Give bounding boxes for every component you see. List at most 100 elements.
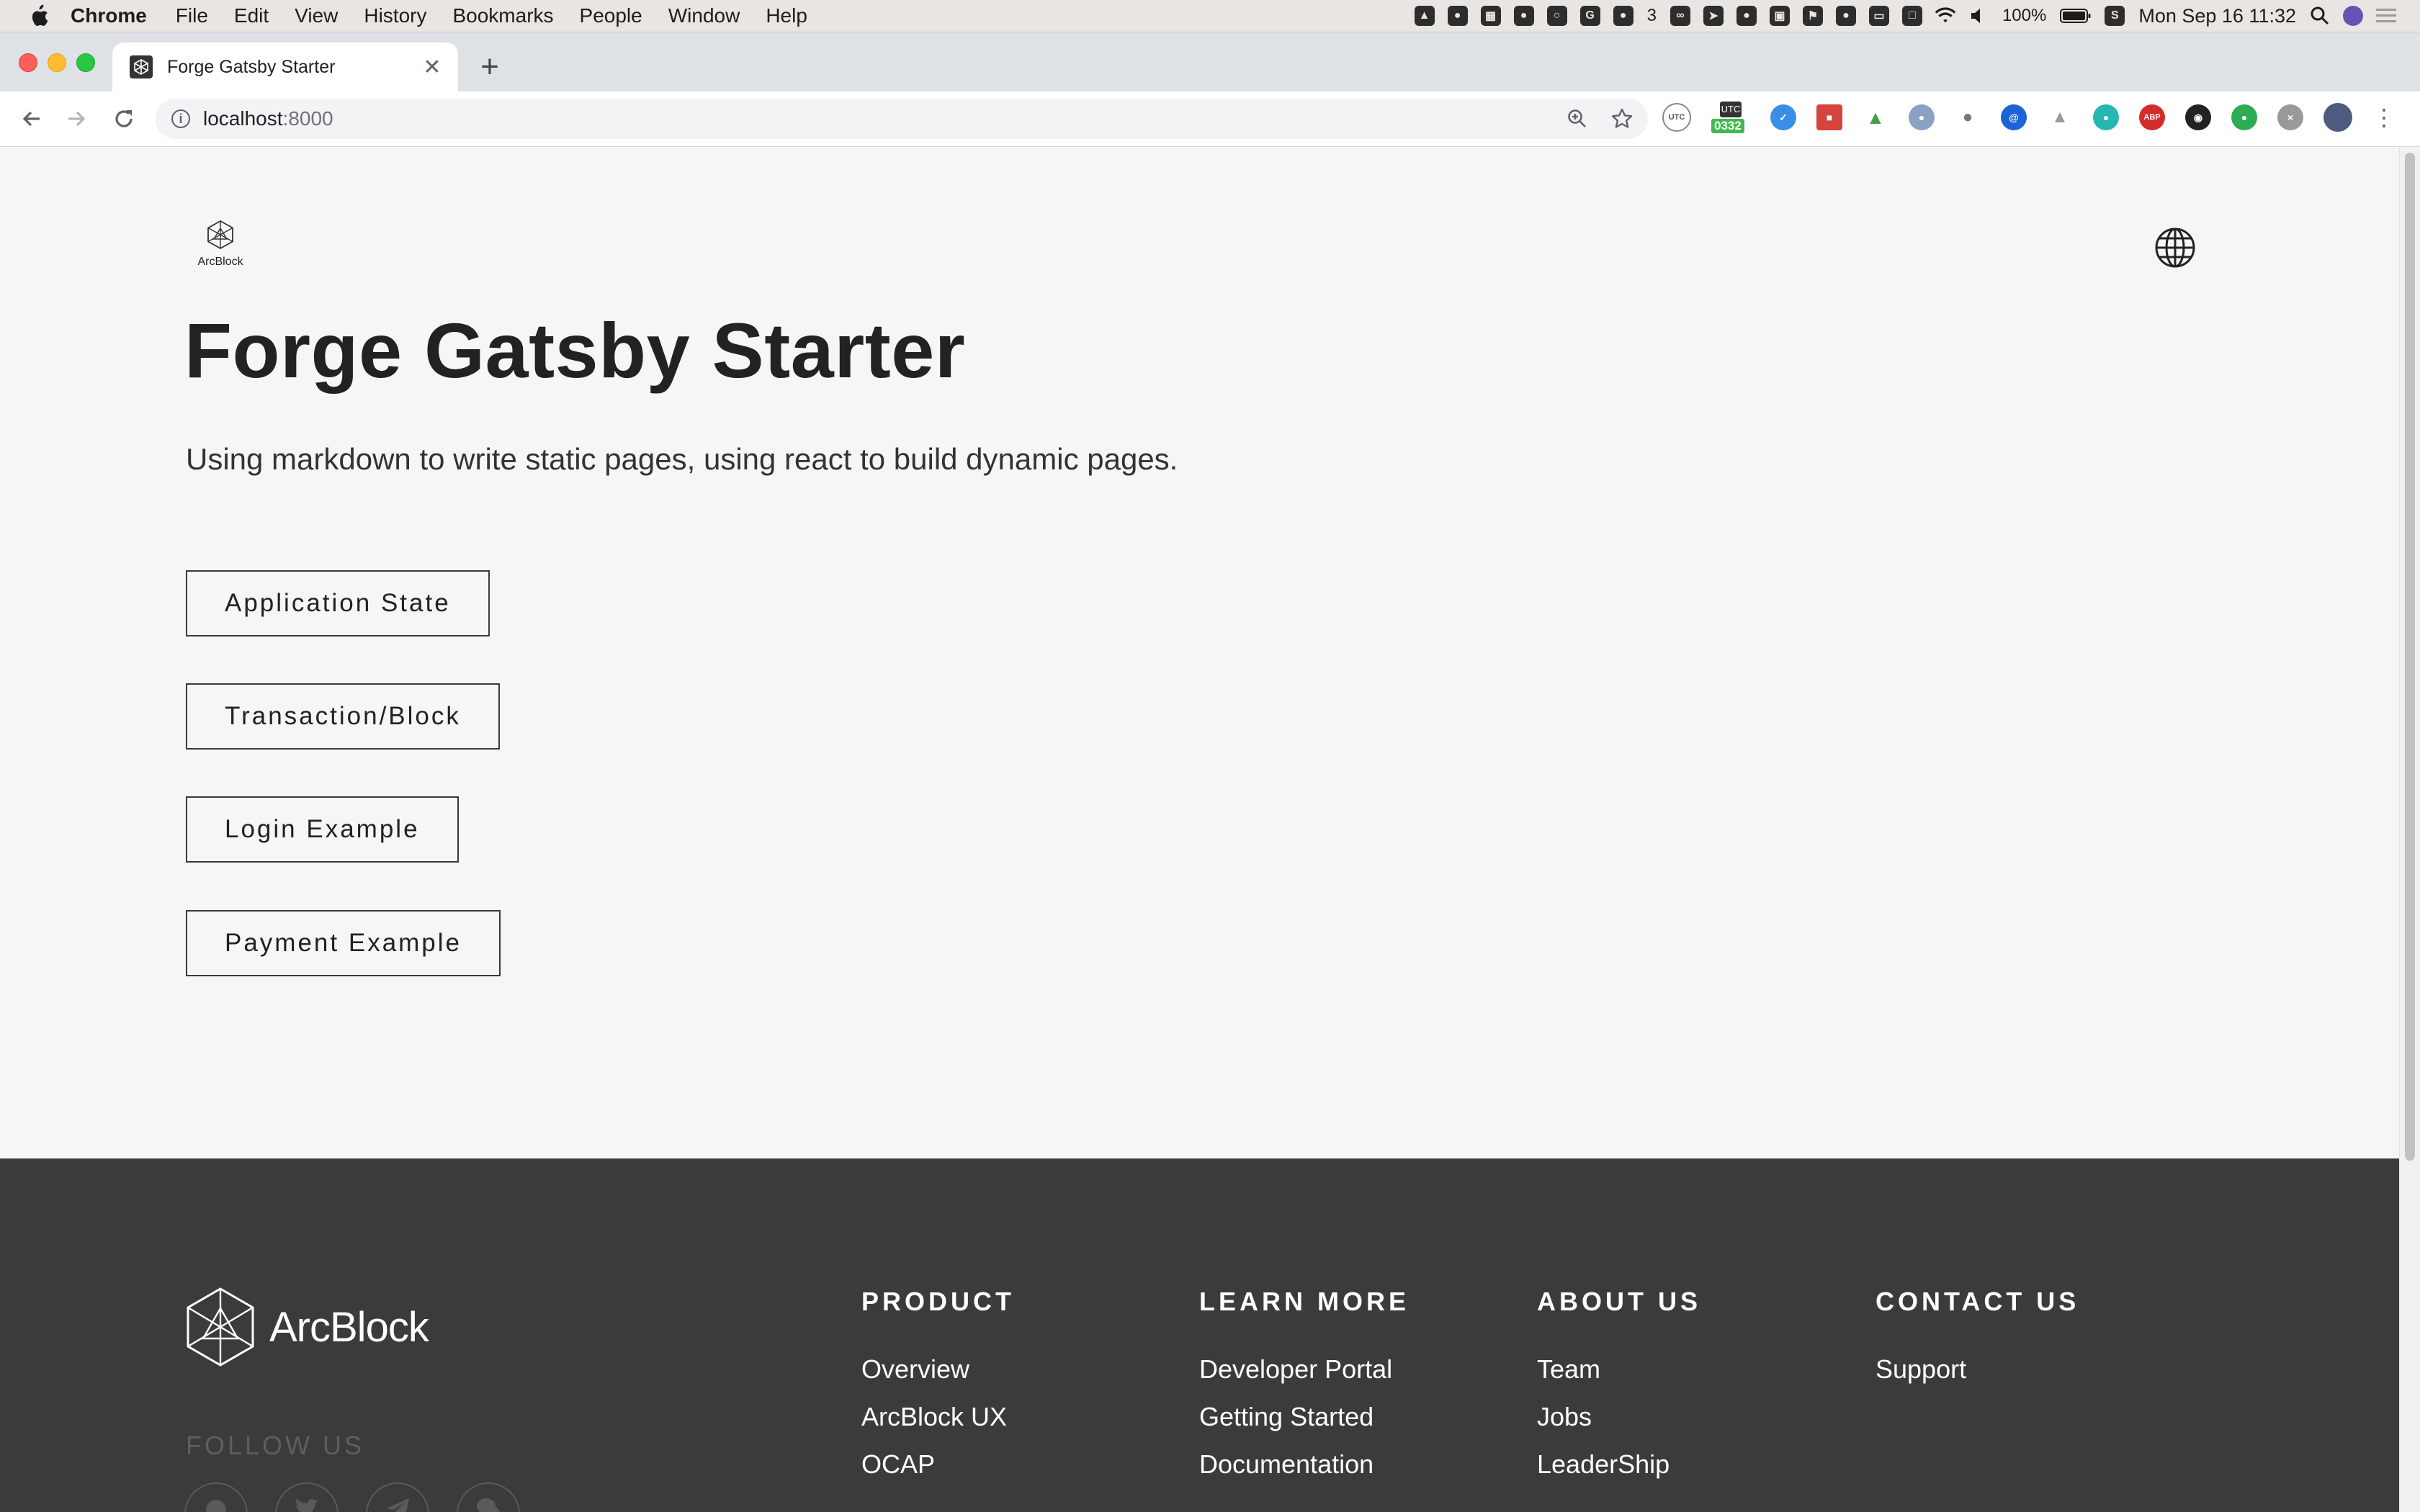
profile-avatar[interactable]: [2323, 103, 2352, 132]
menu-kebab-icon[interactable]: ⋮: [2372, 104, 2396, 131]
window-zoom-button[interactable]: [76, 53, 95, 72]
menu-bookmarks[interactable]: Bookmarks: [452, 4, 553, 27]
omnibox-actions: [1547, 104, 1636, 133]
telegram-icon[interactable]: [366, 1482, 429, 1512]
wechat-icon[interactable]: [457, 1482, 520, 1512]
wechat-tray-icon[interactable]: ●: [1447, 6, 1468, 26]
back-arrow-icon[interactable]: [16, 103, 48, 135]
footer: ArcBlock FOLLOW US PRODUCT Overview ArcB…: [0, 1158, 2400, 1512]
notification-center-icon[interactable]: [2376, 6, 2396, 26]
glasses-tray-icon[interactable]: ∞: [1670, 6, 1690, 26]
dictionary-tray-icon[interactable]: ▦: [1480, 6, 1501, 26]
screen-tray-icon[interactable]: □: [1901, 6, 1922, 26]
star-icon[interactable]: [1608, 104, 1636, 133]
check-extension-icon[interactable]: ✓: [1770, 104, 1796, 130]
blue-gray-extension-icon[interactable]: ●: [1909, 104, 1935, 130]
url-port: :8000: [282, 107, 333, 130]
footer-link-team[interactable]: Team: [1537, 1346, 1701, 1393]
elephant-tray-icon[interactable]: ●: [1736, 6, 1757, 26]
footer-link-jobs[interactable]: Jobs: [1537, 1393, 1701, 1441]
adblock-extension-icon[interactable]: ABP: [2139, 104, 2165, 130]
tray-app-icon[interactable]: ▲: [1414, 6, 1435, 26]
battery-icon[interactable]: [2060, 6, 2092, 26]
address-bar[interactable]: i localhost:8000: [156, 99, 1648, 139]
utc-time-label: UTC: [1720, 102, 1742, 117]
menubar-clock[interactable]: Mon Sep 16 11:32: [2138, 5, 2296, 27]
utc-time-extension-icon[interactable]: UTC 0332: [1711, 102, 1750, 133]
page-subtitle: Using markdown to write static pages, us…: [186, 442, 1178, 476]
chat-tray-icon[interactable]: ○: [1546, 6, 1567, 26]
scrivener-tray-icon[interactable]: S: [2105, 6, 2125, 26]
menu-help[interactable]: Help: [766, 4, 807, 27]
airplay-tray-icon[interactable]: ▭: [1868, 6, 1889, 26]
grammarly-tray-icon[interactable]: G: [1579, 6, 1600, 26]
menu-app-name[interactable]: Chrome: [71, 4, 147, 27]
new-tab-button[interactable]: +: [475, 48, 504, 86]
footer-link-ocap[interactable]: OCAP: [861, 1441, 1015, 1488]
application-state-button[interactable]: Application State: [186, 570, 490, 636]
flag-tray-icon[interactable]: ⚑: [1802, 6, 1823, 26]
hat-tray-icon[interactable]: ●: [1835, 6, 1856, 26]
menu-history[interactable]: History: [364, 4, 426, 27]
tab-strip: Forge Gatsby Starter ✕ +: [0, 32, 2420, 91]
volume-icon[interactable]: [1968, 6, 1989, 26]
arcblock-logo[interactable]: ArcBlock: [192, 219, 249, 269]
search-icon[interactable]: [2310, 6, 2330, 26]
evernote-extension-icon[interactable]: ●: [2231, 104, 2257, 130]
scrollbar-thumb[interactable]: [2405, 153, 2415, 1161]
footer-link-support[interactable]: Support: [1876, 1346, 2079, 1393]
menu-edit[interactable]: Edit: [234, 4, 269, 27]
url-text[interactable]: localhost:8000: [203, 107, 333, 130]
window-close-button[interactable]: [19, 53, 37, 72]
arcblock-logo-icon: [187, 1287, 254, 1367]
footer-brand[interactable]: ArcBlock: [184, 1287, 429, 1367]
at-extension-icon[interactable]: @: [2001, 104, 2027, 130]
panda-extension-icon[interactable]: ◉: [2185, 104, 2211, 130]
footer-link-leadership[interactable]: LeaderShip: [1537, 1441, 1701, 1488]
weibo-extension-icon[interactable]: ●: [1955, 104, 1981, 130]
send-tray-icon[interactable]: ➤: [1703, 6, 1724, 26]
globe-icon[interactable]: [2154, 226, 2197, 269]
footer-column-title: LEARN MORE: [1199, 1287, 1410, 1316]
box-tray-icon[interactable]: ▣: [1769, 6, 1790, 26]
twitter-icon[interactable]: [275, 1482, 339, 1512]
footer-link-documentation[interactable]: Documentation: [1199, 1441, 1410, 1488]
forward-arrow-icon[interactable]: [60, 103, 92, 135]
login-example-button[interactable]: Login Example: [186, 796, 459, 863]
red-extension-icon[interactable]: ■: [1816, 104, 1842, 130]
bell-tray-icon[interactable]: ●: [1613, 6, 1634, 26]
menu-window[interactable]: Window: [668, 4, 740, 27]
url-host: localhost: [203, 107, 283, 130]
tab-forge-gatsby-starter[interactable]: Forge Gatsby Starter ✕: [112, 42, 458, 91]
siri-icon[interactable]: [2343, 6, 2363, 26]
menu-people[interactable]: People: [580, 4, 642, 27]
reload-icon[interactable]: [108, 103, 140, 135]
footer-link-arcblock-ux[interactable]: ArcBlock UX: [861, 1393, 1015, 1441]
footer-link-overview[interactable]: Overview: [861, 1346, 1015, 1393]
green-extension-icon[interactable]: ▲: [1863, 104, 1888, 130]
page-scrollbar[interactable]: [2399, 147, 2420, 1512]
disabled-extension-icon[interactable]: ×: [2277, 104, 2303, 130]
transaction-block-button[interactable]: Transaction/Block: [186, 683, 500, 750]
footer-column-title: CONTACT US: [1876, 1287, 2080, 1316]
menu-file[interactable]: File: [176, 4, 208, 27]
zoom-icon[interactable]: [1563, 104, 1592, 133]
evernote-tray-icon[interactable]: ●: [1513, 6, 1534, 26]
payment-example-button[interactable]: Payment Example: [186, 910, 501, 976]
tree-extension-icon[interactable]: ▲: [2047, 104, 2073, 130]
wifi-icon[interactable]: [1935, 6, 1955, 26]
utc-time-badge: 0332: [1711, 119, 1744, 133]
github-icon[interactable]: [184, 1482, 248, 1512]
apple-icon[interactable]: [29, 4, 49, 27]
teal-extension-icon[interactable]: ●: [2093, 104, 2119, 130]
utc-clock-extension-icon[interactable]: UTC: [1662, 103, 1691, 132]
menu-view[interactable]: View: [295, 4, 338, 27]
browser-toolbar: i localhost:8000 UTC UTC 0332 ✓ ■ ▲ ● ● …: [0, 91, 2420, 147]
footer-link-developer-portal[interactable]: Developer Portal: [1199, 1346, 1410, 1393]
footer-column-about-us: ABOUT US Team Jobs LeaderShip: [1537, 1287, 1701, 1488]
footer-link-getting-started[interactable]: Getting Started: [1199, 1393, 1410, 1441]
window-minimize-button[interactable]: [48, 53, 66, 72]
tab-close-icon[interactable]: ✕: [419, 55, 445, 80]
page-content: ArcBlock Forge Gatsby Starter Using mark…: [0, 147, 2400, 1512]
info-icon[interactable]: i: [171, 109, 190, 128]
